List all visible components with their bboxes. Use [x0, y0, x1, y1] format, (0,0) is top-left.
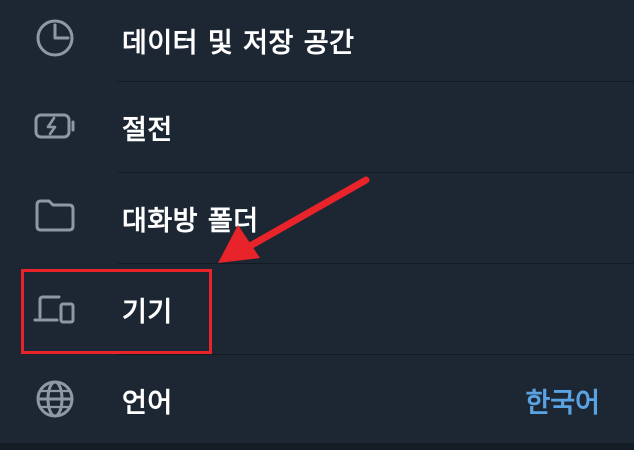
pie-chart-icon [33, 16, 77, 60]
settings-item-language[interactable]: 언어 한국어 [0, 355, 634, 445]
globe-icon [33, 377, 77, 421]
settings-list: 데이터 및 저장 공간 절전 대화방 폴더 기기 언어 한국어 [0, 0, 634, 443]
section-shadow [0, 443, 634, 450]
language-value: 한국어 [525, 388, 600, 419]
settings-item-label: 데이터 및 저장 공간 [122, 28, 355, 59]
folder-icon [33, 193, 77, 237]
battery-charging-icon [33, 104, 77, 148]
settings-item-data-storage[interactable]: 데이터 및 저장 공간 [0, 0, 634, 83]
settings-item-power-saving[interactable]: 절전 [0, 82, 634, 172]
settings-item-label: 절전 [122, 115, 173, 146]
highlight-box [21, 269, 212, 354]
settings-item-label: 대화방 폴더 [122, 206, 259, 237]
settings-item-chat-folders[interactable]: 대화방 폴더 [0, 173, 634, 263]
settings-item-label: 언어 [122, 388, 173, 419]
